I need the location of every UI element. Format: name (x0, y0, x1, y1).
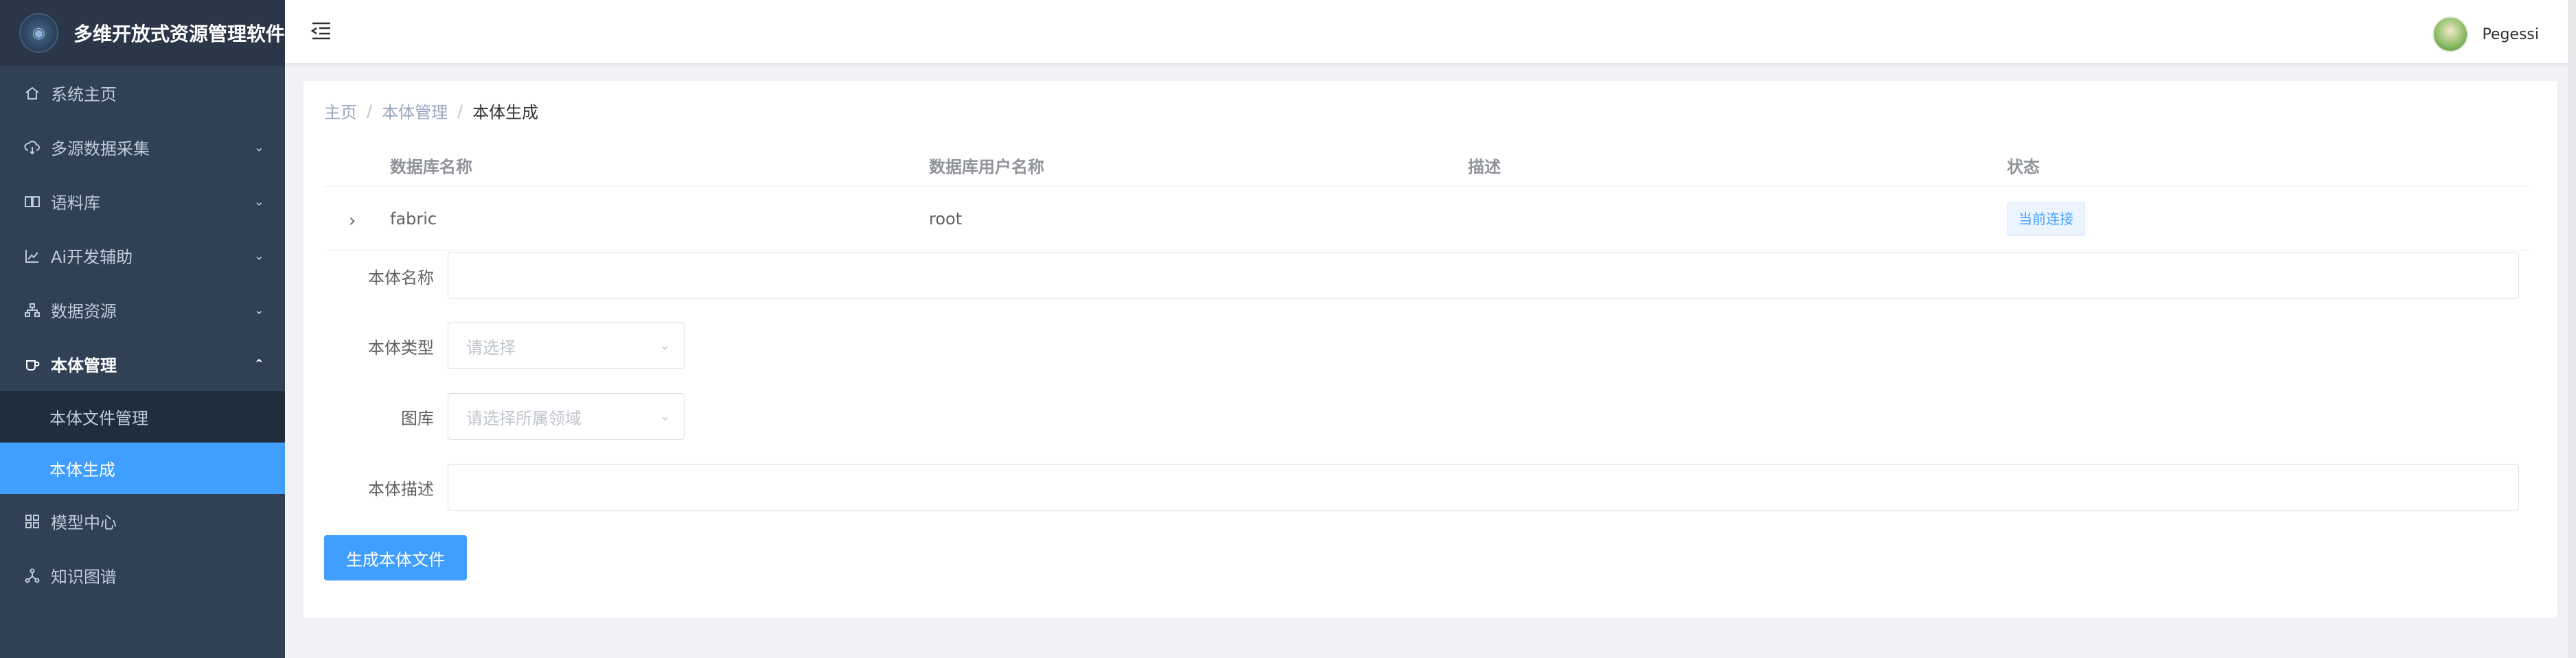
db-user-cell: root (929, 209, 963, 228)
main-card: 主页 / 本体管理 / 本体生成 数据库名称 数据库用户名称 描述 状态 › f… (303, 81, 2557, 618)
breadcrumb-ontology[interactable]: 本体管理 (382, 99, 448, 123)
sidebar-item-knowledge-graph[interactable]: 知识图谱 (0, 548, 285, 602)
sidebar-item-ontology[interactable]: 本体管理 ⌃ (0, 337, 285, 391)
sidebar-item-label: 系统主页 (51, 85, 117, 104)
ontology-desc-label: 本体描述 (368, 479, 434, 499)
logo-row: ◉ 多维开放式资源管理软件 (0, 0, 285, 66)
sidebar-subitem-label: 本体文件管理 (49, 409, 148, 428)
chevron-up-icon: ⌃ (253, 357, 264, 371)
chevron-right-icon[interactable]: › (349, 211, 356, 231)
ontology-name-label: 本体名称 (368, 268, 434, 287)
cup-icon (23, 355, 41, 373)
ontology-type-label: 本体类型 (368, 338, 434, 357)
sidebar-item-data-resources[interactable]: 数据资源 ⌄ (0, 283, 285, 337)
ontology-name-input[interactable] (448, 252, 2519, 299)
column-header: 描述 (1468, 157, 1501, 176)
breadcrumb: 主页 / 本体管理 / 本体生成 (324, 99, 538, 123)
chevron-down-icon: ⌄ (253, 248, 264, 263)
sidebar-subitem-ontology-files[interactable]: 本体文件管理 (0, 391, 285, 443)
app-title: 多维开放式资源管理软件 (73, 23, 285, 45)
grid-icon (23, 513, 41, 530)
table-row[interactable]: › fabric root 当前连接 (324, 187, 2529, 251)
graph-db-label: 图库 (401, 408, 434, 428)
sidebar-item-data-collection[interactable]: 多源数据采集 ⌄ (0, 120, 285, 174)
ontology-desc-input[interactable] (448, 464, 2519, 510)
top-navbar: Pegessi (285, 0, 2576, 63)
chevron-down-icon: ⌄ (659, 338, 670, 353)
sidebar-item-label: 本体管理 (51, 356, 117, 375)
sidebar-toggle-icon[interactable] (310, 21, 333, 41)
db-name-cell: fabric (390, 209, 437, 228)
chevron-down-icon: ⌄ (253, 303, 264, 317)
chevron-down-icon: ⌄ (253, 194, 264, 209)
chevron-down-icon: ⌄ (253, 140, 264, 154)
form-row-desc: 本体描述 (324, 464, 2529, 510)
ontology-submenu: 本体文件管理 本体生成 (0, 391, 285, 494)
graph-db-select[interactable]: 请选择所属领域 ⌄ (448, 393, 685, 440)
sidebar-subitem-ontology-generate[interactable]: 本体生成 (0, 443, 285, 494)
select-placeholder: 请选择 (466, 338, 516, 357)
scrollbar[interactable] (2568, 0, 2576, 658)
sidebar-item-home[interactable]: 系统主页 (0, 66, 285, 120)
breadcrumb-separator: / (457, 101, 463, 121)
sitemap-icon (23, 301, 41, 319)
book-icon (23, 193, 41, 211)
column-header: 状态 (2007, 157, 2040, 176)
breadcrumb-separator: / (367, 101, 373, 121)
generate-ontology-button[interactable]: 生成本体文件 (324, 535, 467, 580)
sidebar-item-label: 模型中心 (51, 513, 117, 532)
share-icon (23, 567, 41, 585)
sidebar-item-label: 知识图谱 (51, 567, 117, 587)
username: Pegessi (2482, 25, 2539, 43)
table-header: 数据库名称 数据库用户名称 描述 状态 (324, 144, 2529, 187)
sidebar-item-label: 数据资源 (51, 302, 117, 321)
avatar[interactable] (2433, 16, 2469, 52)
column-header: 数据库用户名称 (929, 157, 1044, 176)
sidebar-item-label: 语料库 (51, 193, 100, 213)
form-row-type: 本体类型 请选择 ⌄ (324, 322, 2529, 369)
sidebar-item-label: Ai开发辅助 (51, 248, 133, 267)
sidebar-item-corpus[interactable]: 语料库 ⌄ (0, 174, 285, 228)
sidebar-item-ai-dev[interactable]: Ai开发辅助 ⌄ (0, 228, 285, 283)
breadcrumb-home[interactable]: 主页 (324, 99, 357, 123)
sidebar-subitem-label: 本体生成 (49, 460, 115, 480)
sidebar: ◉ 多维开放式资源管理软件 系统主页 多源数据采集 ⌄ 语料库 ⌄ Ai开发辅助… (0, 0, 285, 658)
logo-icon: ◉ (19, 13, 58, 53)
form-row-name: 本体名称 (324, 252, 2529, 299)
form-row-graph: 图库 请选择所属领域 ⌄ (324, 393, 2529, 440)
ontology-type-select[interactable]: 请选择 ⌄ (448, 322, 685, 369)
chevron-down-icon: ⌄ (659, 409, 670, 424)
sidebar-item-label: 多源数据采集 (51, 139, 150, 158)
status-cell: 当前连接 (2007, 201, 2085, 236)
user-menu[interactable]: Pegessi (2433, 16, 2539, 52)
chart-line-icon (23, 247, 41, 265)
sidebar-item-model-center[interactable]: 模型中心 (0, 494, 285, 548)
column-header: 数据库名称 (390, 157, 472, 176)
select-placeholder: 请选择所属领域 (466, 408, 582, 428)
home-icon (23, 84, 41, 102)
breadcrumb-current: 本体生成 (472, 103, 539, 122)
status-badge: 当前连接 (2007, 201, 2085, 236)
cloud-download-icon (23, 139, 41, 156)
